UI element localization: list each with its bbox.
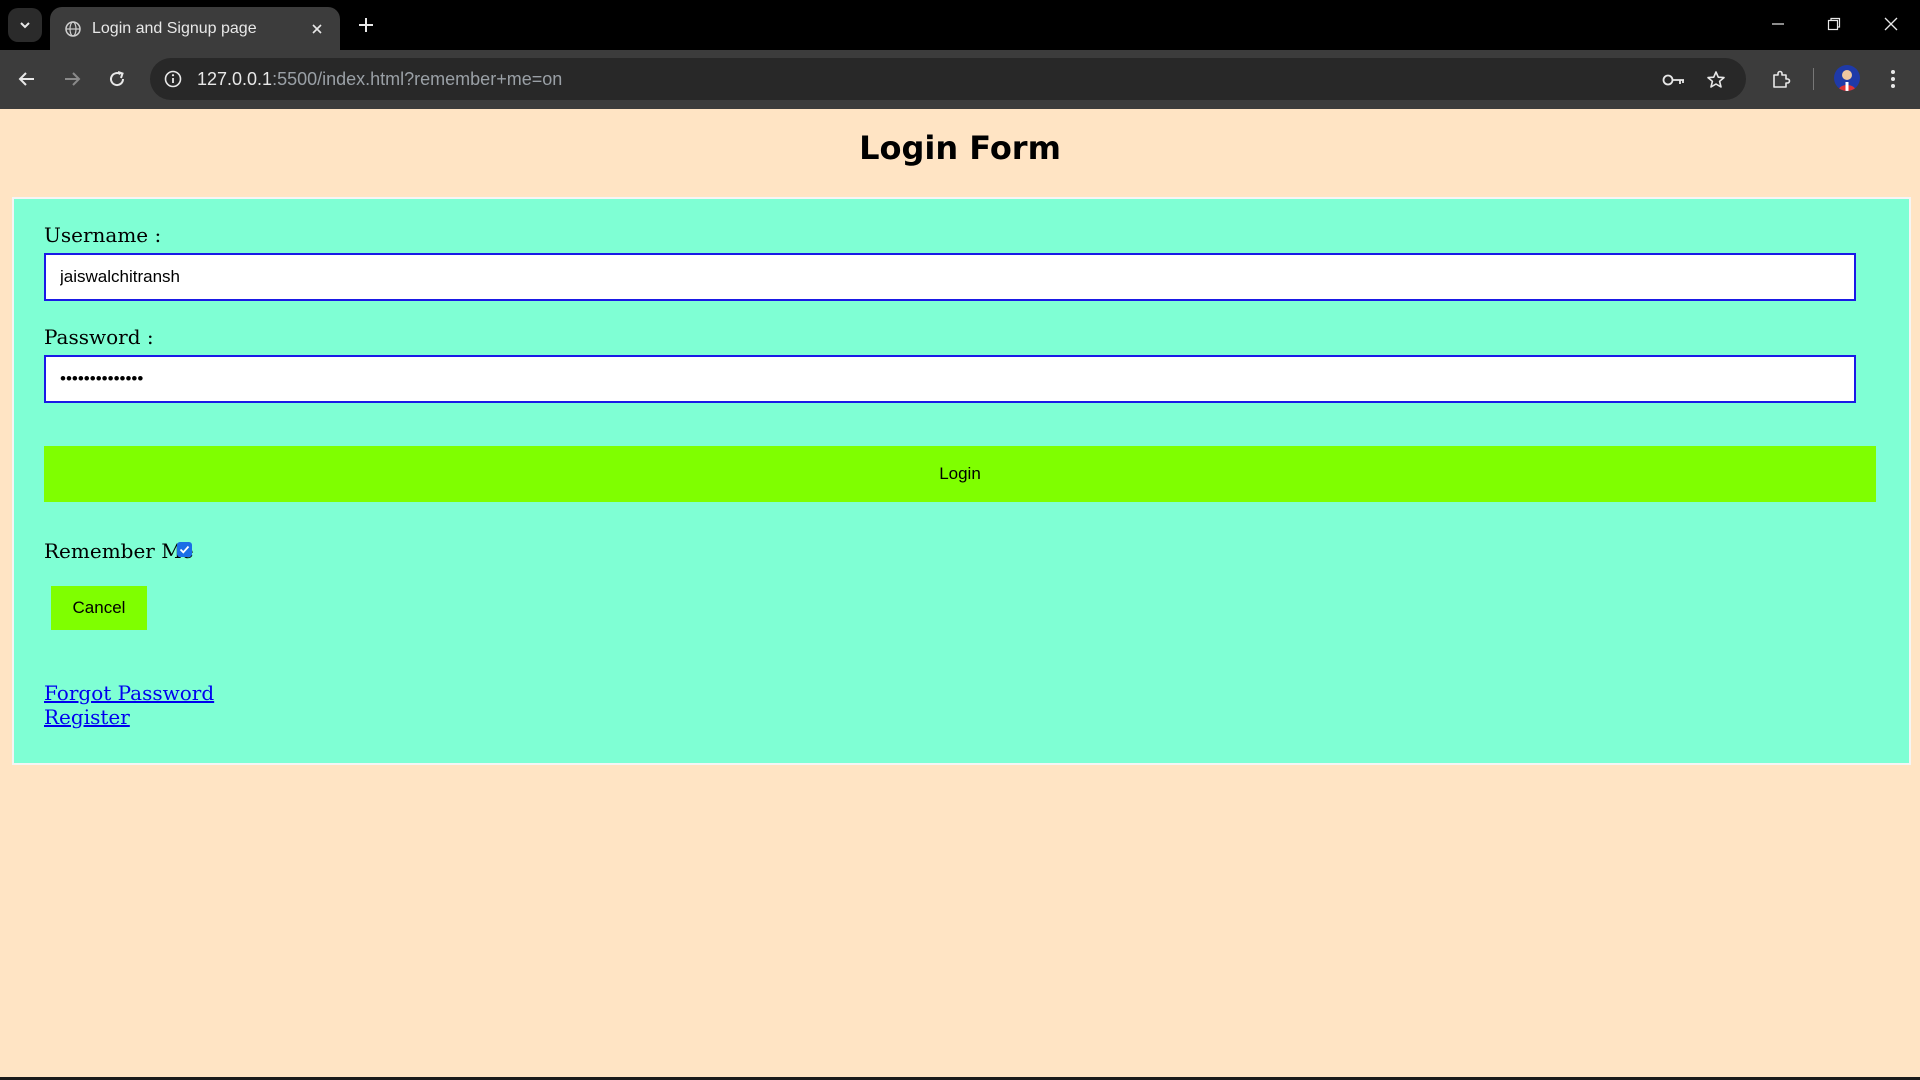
browser-toolbar: 127.0.0.1:5500/index.html?remember+me=on: [0, 50, 1920, 109]
profile-avatar[interactable]: [1834, 65, 1860, 91]
forward-button[interactable]: [55, 62, 89, 96]
extensions-button[interactable]: [1764, 62, 1798, 96]
arrow-right-icon: [65, 72, 81, 86]
forgot-password-link[interactable]: Forgot Password: [44, 681, 214, 705]
password-label: Password :: [44, 325, 154, 349]
login-form: Username : Password : Login Remember Me …: [12, 197, 1911, 765]
star-icon[interactable]: [1702, 66, 1730, 94]
plus-icon: [359, 18, 373, 32]
remember-me-checkbox[interactable]: [177, 542, 192, 557]
key-icon[interactable]: [1660, 66, 1688, 94]
address-bar[interactable]: 127.0.0.1:5500/index.html?remember+me=on: [150, 58, 1746, 100]
minimize-button[interactable]: [1750, 0, 1806, 48]
kebab-menu-icon: [1891, 70, 1895, 88]
close-window-button[interactable]: [1863, 0, 1919, 48]
url-text: 127.0.0.1:5500/index.html?remember+me=on: [197, 69, 563, 89]
page-title: Login Form: [859, 129, 1061, 167]
tab-title: Login and Signup page: [92, 19, 257, 37]
site-info-icon[interactable]: [160, 66, 186, 92]
username-input[interactable]: [44, 253, 1856, 301]
register-link[interactable]: Register: [44, 705, 130, 729]
checkmark-icon: [179, 545, 190, 554]
restore-icon: [1827, 17, 1841, 31]
back-button[interactable]: [10, 62, 44, 96]
chevron-down-icon: [20, 22, 30, 29]
tab-bar: Login and Signup page: [0, 0, 1920, 50]
minimize-icon: [1772, 23, 1784, 25]
puzzle-icon: [1773, 70, 1791, 88]
remember-me-label: Remember Me: [44, 539, 194, 563]
arrow-left-icon: [18, 72, 34, 86]
tab-search-button[interactable]: [8, 8, 42, 42]
toolbar-divider: [1813, 68, 1814, 90]
browser-tab[interactable]: Login and Signup page: [50, 7, 340, 50]
new-tab-button[interactable]: [352, 11, 380, 39]
close-tab-icon[interactable]: [306, 18, 328, 40]
restore-button[interactable]: [1806, 0, 1862, 48]
password-input[interactable]: [44, 355, 1856, 403]
page-viewport: Login Form Username : Password : Login R…: [0, 109, 1920, 1077]
close-icon: [1884, 17, 1898, 31]
login-button[interactable]: Login: [44, 446, 1876, 502]
username-label: Username :: [44, 223, 162, 247]
cancel-button[interactable]: Cancel: [51, 586, 147, 630]
reload-button[interactable]: [100, 62, 134, 96]
reload-icon: [110, 71, 125, 87]
globe-icon: [64, 20, 82, 38]
menu-button[interactable]: [1876, 62, 1910, 96]
